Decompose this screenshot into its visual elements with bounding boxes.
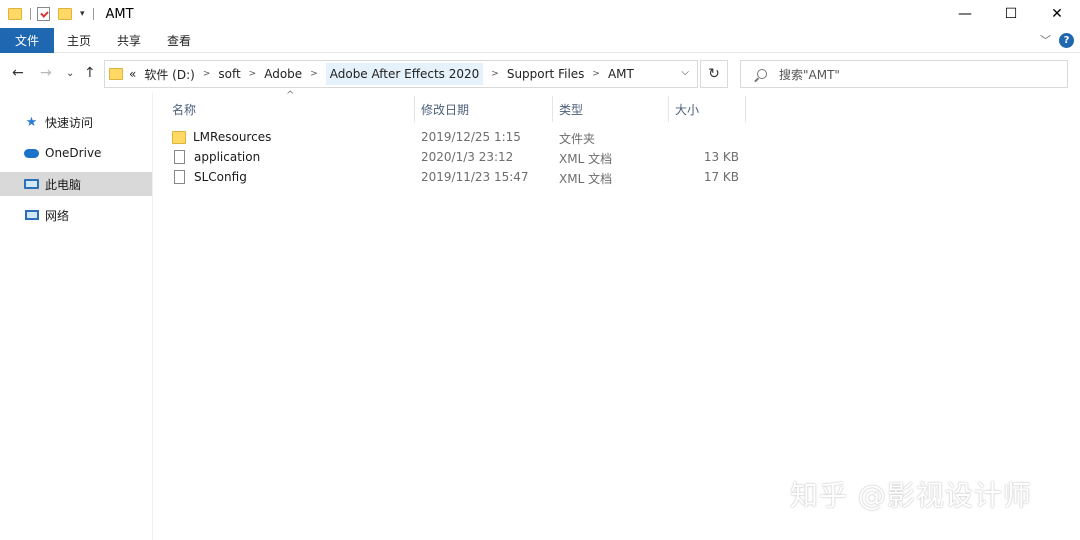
chevron-right-icon[interactable]: > <box>491 69 499 79</box>
file-name: SLConfig <box>194 170 247 184</box>
title-bar: ▾ AMT — ☐ ✕ <box>0 0 1080 28</box>
forward-arrow-icon[interactable]: → <box>40 65 52 81</box>
navigation-pane: ★ 快速访问 OneDrive 此电脑 网络 <box>0 110 152 540</box>
window-title: AMT <box>105 6 134 22</box>
file-name: LMResources <box>193 130 272 144</box>
document-icon <box>174 170 185 184</box>
up-arrow-icon[interactable]: ↑ <box>84 65 96 81</box>
properties-icon[interactable] <box>37 7 50 21</box>
cloud-icon <box>24 147 39 159</box>
column-header-type[interactable]: 类型 <box>553 96 669 122</box>
file-date: 2019/11/23 15:47 <box>421 170 529 184</box>
column-header-name[interactable]: 名称 <box>166 96 415 122</box>
breadcrumb-amt[interactable]: AMT <box>608 67 634 81</box>
quick-access-toolbar: ▾ <box>8 7 100 21</box>
close-button[interactable]: ✕ <box>1034 0 1080 28</box>
search-box[interactable]: 搜索"AMT" <box>740 60 1068 88</box>
recent-locations-chevron-down-icon[interactable]: ⌄ <box>66 68 74 79</box>
document-icon <box>174 150 185 164</box>
sidebar-item-onedrive[interactable]: OneDrive <box>0 141 152 165</box>
file-size: 17 KB <box>703 170 739 184</box>
column-headers: ^ 名称 修改日期 类型 大小 <box>160 90 760 122</box>
back-arrow-icon[interactable]: ← <box>12 65 24 81</box>
address-dropdown-chevron-down-icon[interactable]: ⌵ <box>681 67 689 78</box>
column-header-date[interactable]: 修改日期 <box>415 96 553 122</box>
minimize-button[interactable]: — <box>942 0 988 28</box>
file-type: 文件夹 <box>559 132 596 146</box>
table-row[interactable]: SLConfig 2019/11/23 15:47 XML 文档 17 KB <box>160 168 760 188</box>
sidebar-item-label: 此电脑 <box>45 177 82 192</box>
ribbon-tabs: 文件 主页 共享 查看 ﹀ ? <box>0 27 1080 53</box>
table-row[interactable]: application 2020/1/3 23:12 XML 文档 13 KB <box>160 148 760 168</box>
refresh-icon: ↻ <box>708 66 720 82</box>
folder-icon <box>109 68 123 80</box>
chevron-right-icon[interactable]: > <box>592 69 600 79</box>
tab-home[interactable]: 主页 <box>54 28 104 53</box>
maximize-button[interactable]: ☐ <box>988 0 1034 28</box>
customize-dropdown-icon[interactable]: ▾ <box>80 9 85 19</box>
folder-icon <box>172 130 186 144</box>
tab-share[interactable]: 共享 <box>104 28 154 53</box>
breadcrumb-support-files[interactable]: Support Files <box>507 67 585 81</box>
watermark: 知乎 @影视设计师 <box>790 479 1032 512</box>
breadcrumb-after-effects[interactable]: Adobe After Effects 2020 <box>325 63 484 85</box>
tab-view[interactable]: 查看 <box>154 28 204 53</box>
pane-divider[interactable] <box>152 92 153 540</box>
search-placeholder: 搜索"AMT" <box>779 67 840 82</box>
expand-ribbon-chevron-down-icon[interactable]: ﹀ <box>1040 32 1051 48</box>
chevron-right-icon[interactable]: > <box>203 69 211 79</box>
table-row[interactable]: LMResources 2019/12/25 1:15 文件夹 <box>160 128 760 148</box>
sidebar-item-label: 网络 <box>45 208 70 223</box>
sidebar-item-network[interactable]: 网络 <box>0 203 152 227</box>
file-name: application <box>194 150 261 164</box>
column-header-size[interactable]: 大小 <box>669 96 746 122</box>
sidebar-item-label: 快速访问 <box>45 115 94 130</box>
tab-file[interactable]: 文件 <box>0 27 55 53</box>
search-icon <box>757 69 767 79</box>
chevron-right-icon[interactable]: > <box>249 69 257 79</box>
file-date: 2020/1/3 23:12 <box>421 150 514 164</box>
sidebar-item-quick-access[interactable]: ★ 快速访问 <box>0 110 152 134</box>
folder-icon[interactable] <box>8 8 22 20</box>
file-type: XML 文档 <box>559 172 613 186</box>
file-type: XML 文档 <box>559 152 613 166</box>
toolbar-separator <box>30 8 31 20</box>
help-icon[interactable]: ? <box>1059 32 1074 48</box>
sidebar-item-label: OneDrive <box>45 146 102 160</box>
computer-icon <box>24 178 39 190</box>
refresh-button[interactable]: ↻ <box>700 60 728 88</box>
file-list: LMResources 2019/12/25 1:15 文件夹 applicat… <box>160 128 760 188</box>
network-icon <box>24 209 39 221</box>
new-folder-icon[interactable] <box>58 8 72 20</box>
breadcrumb-drive[interactable]: 软件 (D:) <box>144 66 194 83</box>
file-size: 13 KB <box>703 150 739 164</box>
chevron-right-icon[interactable]: > <box>310 69 318 79</box>
sidebar-item-this-pc[interactable]: 此电脑 <box>0 172 152 196</box>
file-date: 2019/12/25 1:15 <box>421 130 521 144</box>
address-bar[interactable]: « 软件 (D:) > soft > Adobe > Adobe After E… <box>104 60 698 88</box>
navigation-bar: ← → ⌄ ↑ « 软件 (D:) > soft > Adobe > Adobe… <box>0 58 1080 92</box>
star-icon: ★ <box>25 114 38 130</box>
breadcrumb-adobe[interactable]: Adobe <box>264 67 302 81</box>
breadcrumb-soft[interactable]: soft <box>218 67 240 81</box>
breadcrumb-overflow[interactable]: « <box>129 67 136 81</box>
toolbar-separator <box>92 8 94 20</box>
